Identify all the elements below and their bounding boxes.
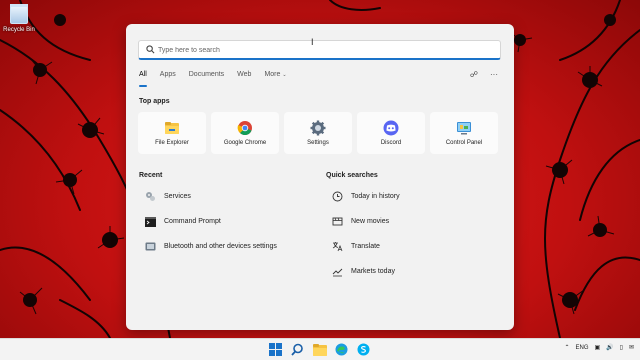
recycle-bin-shortcut[interactable]: Recycle Bin xyxy=(2,4,36,33)
volume-icon[interactable]: 🔊 xyxy=(606,344,613,351)
top-apps-list: File Explorer Google Chrome Settings Dis… xyxy=(138,112,500,154)
quick-searches-list: Today in history New movies Translate Ma… xyxy=(332,184,502,284)
quick-search-markets-today[interactable]: Markets today xyxy=(332,259,502,284)
more-options-icon[interactable]: ··· xyxy=(490,70,498,79)
tab-documents[interactable]: Documents xyxy=(189,71,224,83)
search-input[interactable] xyxy=(158,43,488,57)
clock-icon xyxy=(332,191,343,202)
list-item-label: Services xyxy=(164,193,191,200)
list-item-label: Today in history xyxy=(351,193,400,200)
tab-more[interactable]: More ⌄ xyxy=(264,71,286,83)
app-label: File Explorer xyxy=(155,140,189,146)
recycle-bin-label: Recycle Bin xyxy=(3,27,35,33)
chart-icon xyxy=(332,266,343,277)
recent-item-bluetooth-settings[interactable]: Bluetooth and other devices settings xyxy=(145,234,325,259)
tab-web[interactable]: Web xyxy=(237,71,251,83)
list-item-label: Markets today xyxy=(351,268,395,275)
taskbar-file-explorer[interactable] xyxy=(312,342,327,357)
network-icon[interactable]: ▣ xyxy=(595,344,601,351)
system-tray: ⌃ ENG ▣ 🔊 ▯ ✉ xyxy=(564,344,634,352)
quick-searches-heading: Quick searches xyxy=(326,172,378,179)
start-button[interactable] xyxy=(268,342,283,357)
recent-heading: Recent xyxy=(139,172,163,179)
text-cursor-icon: I xyxy=(311,37,314,47)
taskbar-skype[interactable] xyxy=(356,342,371,357)
app-label: Settings xyxy=(307,140,329,146)
services-icon xyxy=(145,191,156,202)
taskbar-edge[interactable] xyxy=(334,342,349,357)
list-item-label: New movies xyxy=(351,218,390,225)
search-icon xyxy=(146,45,155,54)
discord-icon xyxy=(383,120,399,136)
search-panel: I All Apps Documents Web More⌄ ☍ ··· Top… xyxy=(126,24,514,330)
chevron-down-icon: ⌄ xyxy=(282,72,287,78)
skype-icon xyxy=(357,343,370,356)
control-panel-icon xyxy=(457,122,471,135)
app-control-panel[interactable]: Control Panel xyxy=(430,112,498,154)
app-label: Discord xyxy=(380,140,402,146)
app-label: Google Chrome xyxy=(223,140,267,146)
tab-more-label: More xyxy=(264,71,281,78)
list-item-label: Command Prompt xyxy=(164,218,221,225)
edge-browser-icon xyxy=(335,343,348,356)
recent-item-services[interactable]: Services xyxy=(145,184,325,209)
bluetooth-settings-icon xyxy=(145,241,156,252)
command-prompt-icon xyxy=(145,216,156,227)
quick-search-today-in-history[interactable]: Today in history xyxy=(332,184,502,209)
search-box[interactable] xyxy=(138,40,501,60)
quick-search-new-movies[interactable]: New movies xyxy=(332,209,502,234)
app-label: Control Panel xyxy=(445,140,483,146)
search-icon xyxy=(291,343,303,356)
movie-icon xyxy=(332,216,343,227)
notification-icon[interactable]: ✉ xyxy=(629,344,634,351)
recent-list: Services Command Prompt Bluetooth and ot… xyxy=(145,184,325,259)
app-file-explorer[interactable]: File Explorer xyxy=(138,112,206,154)
tab-all[interactable]: All xyxy=(139,71,147,87)
top-apps-heading: Top apps xyxy=(139,98,170,105)
settings-gear-icon xyxy=(310,120,326,136)
quick-search-translate[interactable]: Translate xyxy=(332,234,502,259)
taskbar: ⌃ ENG ▣ 🔊 ▯ ✉ xyxy=(0,338,640,360)
app-discord[interactable]: Discord xyxy=(357,112,425,154)
battery-icon[interactable]: ▯ xyxy=(620,344,623,351)
translate-icon xyxy=(332,241,343,252)
chrome-icon xyxy=(237,121,252,136)
app-settings[interactable]: Settings xyxy=(284,112,352,154)
file-explorer-icon xyxy=(165,122,179,134)
taskbar-pinned-apps xyxy=(268,342,371,357)
app-google-chrome[interactable]: Google Chrome xyxy=(211,112,279,154)
chevron-up-icon[interactable]: ⌃ xyxy=(564,344,569,351)
panel-actions: ☍ ··· xyxy=(470,70,498,79)
recycle-bin-icon xyxy=(10,4,28,24)
recent-item-command-prompt[interactable]: Command Prompt xyxy=(145,209,325,234)
file-explorer-icon xyxy=(312,343,327,356)
share-icon[interactable]: ☍ xyxy=(470,70,478,79)
search-filter-tabs: All Apps Documents Web More ⌄ xyxy=(139,71,300,87)
windows-logo-icon xyxy=(269,343,282,356)
list-item-label: Translate xyxy=(351,243,380,250)
language-indicator[interactable]: ENG xyxy=(575,345,588,351)
tab-apps[interactable]: Apps xyxy=(160,71,176,83)
taskbar-search-button[interactable] xyxy=(290,342,305,357)
list-item-label: Bluetooth and other devices settings xyxy=(164,243,277,250)
